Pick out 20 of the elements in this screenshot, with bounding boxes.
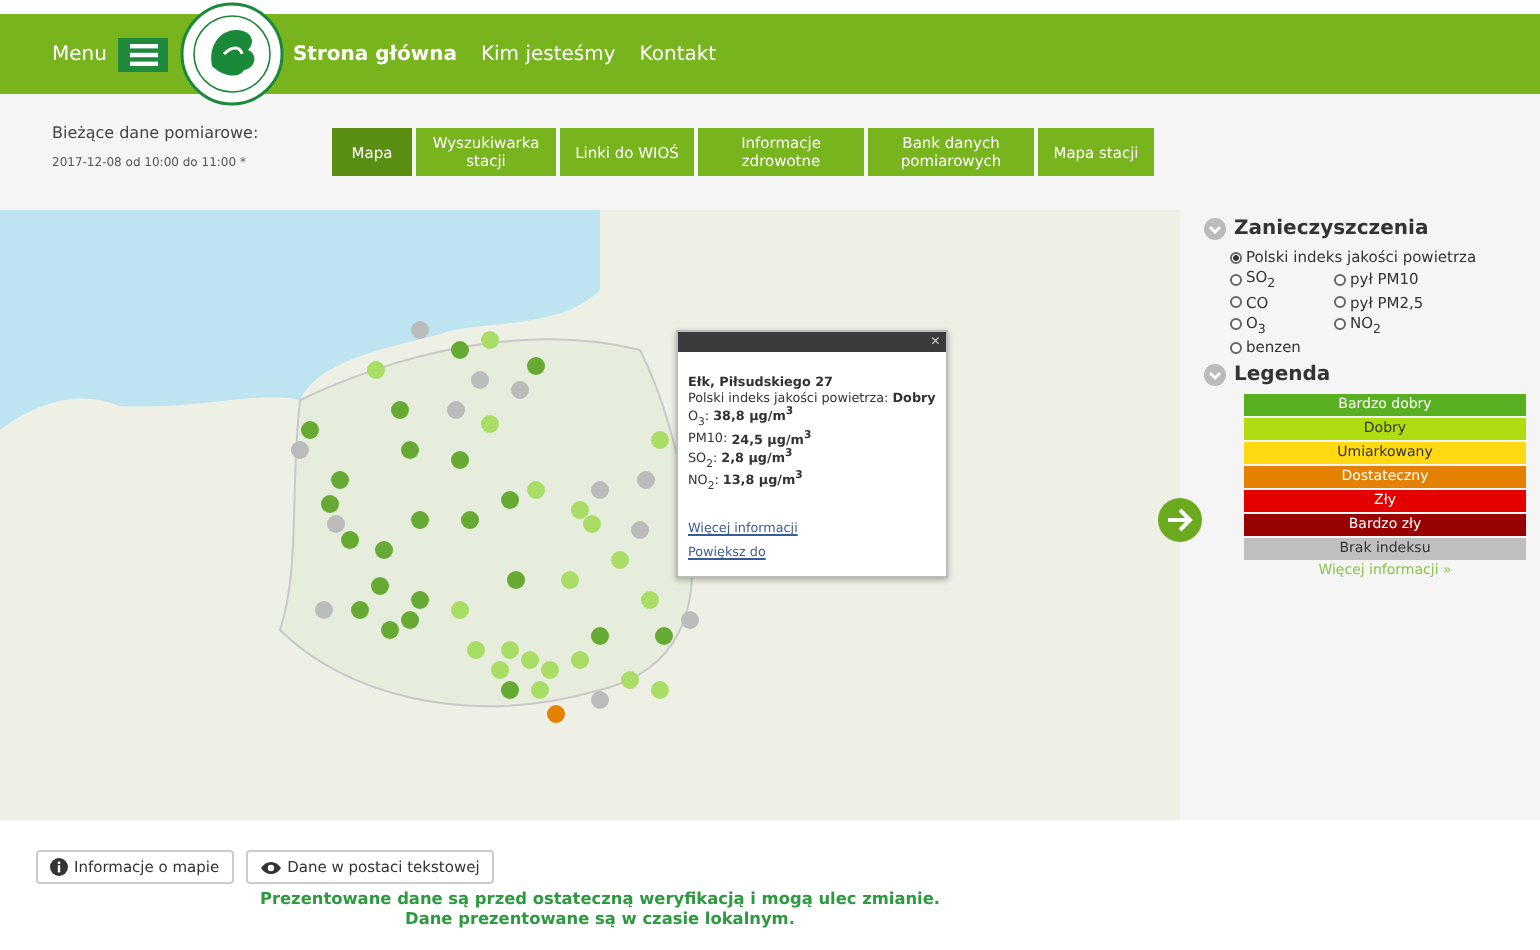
close-button[interactable]: ×	[924, 332, 946, 352]
notice-text: Prezentowane dane są przed ostateczną weryfikacją i mogą ulec zmianie.	[257, 888, 943, 908]
radio-circle[interactable]	[1334, 273, 1346, 286]
menu-button[interactable]	[118, 37, 169, 71]
radio-circle[interactable]	[1230, 318, 1242, 331]
radio-circle[interactable]	[1230, 273, 1242, 286]
eye-icon	[259, 859, 282, 875]
info-icon	[50, 858, 68, 876]
radio-circle[interactable]	[1334, 296, 1346, 308]
data-label: Bieżące dane pomiarowe:	[52, 124, 261, 142]
radio-circle[interactable]	[1230, 296, 1242, 308]
notice-text: Dane prezentowane są w czasie lokalnym.	[403, 908, 797, 928]
section-title: Zanieczyszczenia	[1234, 218, 1429, 240]
menu-icon	[129, 43, 158, 65]
section-title: Legenda	[1234, 364, 1331, 386]
radio-circle[interactable]	[1334, 318, 1346, 331]
arrow-right-icon	[1166, 508, 1194, 532]
radio-circle[interactable]	[1230, 251, 1242, 263]
menu-label: Menu	[52, 43, 107, 65]
radio-circle[interactable]	[1230, 341, 1242, 353]
